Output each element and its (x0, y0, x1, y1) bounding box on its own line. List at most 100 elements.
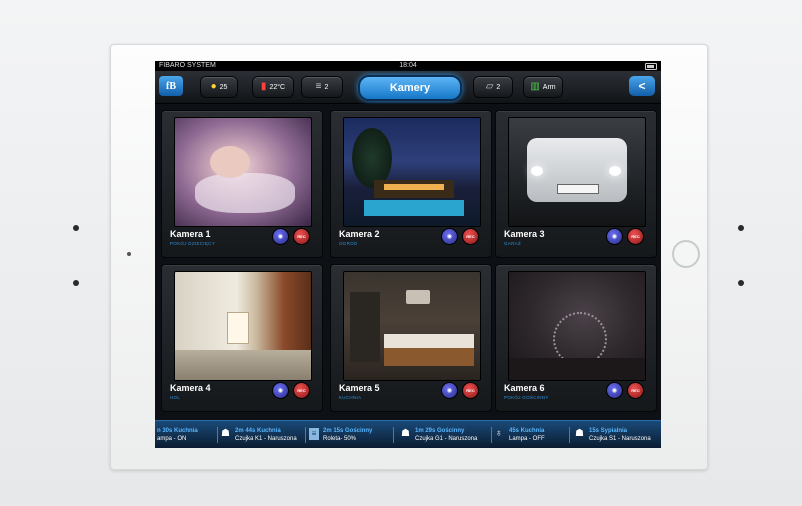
rec-label: REC (466, 388, 475, 393)
gates-button[interactable]: ▱ 2 (473, 76, 513, 98)
camera-icon: ◉ (446, 388, 453, 394)
camera-view-button[interactable]: ◉ (606, 228, 623, 245)
camera-room: POKÓJ DZIECIĘCY (170, 241, 216, 246)
camera-tile-1[interactable]: Kamera 1 POKÓJ DZIECIĘCY ◉ REC (161, 110, 323, 258)
record-button[interactable]: REC (627, 228, 644, 245)
rec-label: REC (631, 388, 640, 393)
camera-feed-image[interactable] (174, 117, 312, 227)
front-camera (127, 252, 131, 256)
record-button[interactable]: REC (293, 228, 310, 245)
camera-feed-image[interactable] (508, 271, 646, 381)
event-item[interactable]: ☗ 2m 44s Kuchnia Czujka K1 - Naruszona (221, 425, 305, 445)
record-button[interactable]: REC (627, 382, 644, 399)
camera-view-button[interactable]: ◉ (441, 228, 458, 245)
record-button[interactable]: REC (462, 382, 479, 399)
alarm-arm-button[interactable]: ▥ Arm (523, 76, 563, 98)
event-item[interactable]: ♁ 45s Kuchnia Lampa - OFF (495, 425, 567, 445)
kitchen-cabinet (350, 292, 380, 362)
event-desc: Czujka K1 - Naruszona (235, 436, 297, 442)
lightbulb-icon: ● (210, 81, 217, 92)
house-lights (384, 184, 444, 190)
event-text: 45s Kuchnia Lampa - OFF (509, 427, 545, 443)
camera-view-button[interactable]: ◉ (272, 228, 289, 245)
hallway-floor (175, 350, 311, 380)
kitchen-counter (384, 334, 474, 348)
back-icon: < (638, 79, 646, 93)
camera-room: HOL (170, 395, 181, 400)
event-time-room: 2m 15s Gościnny (323, 428, 373, 434)
camera-tile-4[interactable]: Kamera 4 HOL ◉ REC (161, 264, 323, 412)
battery-icon (645, 63, 657, 70)
camera-icon: ◉ (277, 388, 284, 394)
clock: 18:04 (399, 62, 417, 69)
pool-shape (364, 200, 464, 216)
tab-kamery[interactable]: Kamery (358, 75, 462, 101)
divider (491, 427, 492, 443)
rec-label: REC (631, 234, 640, 239)
camera-view-button[interactable]: ◉ (272, 382, 289, 399)
kitchen-hood (406, 290, 430, 304)
wall-screw (73, 280, 79, 286)
blind-icon: ≡ (309, 428, 319, 440)
event-desc: Lampa - OFF (509, 436, 545, 442)
event-desc: Czujka G1 - Naruszona (415, 436, 478, 442)
camera-view-button[interactable]: ◉ (606, 382, 623, 399)
blinds-count: 2 (324, 83, 329, 91)
thermometer-icon: ▮ (260, 81, 267, 92)
divider (569, 427, 570, 443)
car-headlight-right (609, 166, 621, 176)
divider (393, 427, 394, 443)
gate-icon: ▱ (485, 81, 494, 92)
event-item[interactable]: ≡ 2m 15s Gościnny Roleta- 50% (309, 425, 389, 445)
event-text: 1m 29s Gościnny Czujka G1 - Naruszona (415, 427, 477, 443)
record-button[interactable]: REC (462, 228, 479, 245)
divider (305, 427, 306, 443)
blanket-shape (195, 173, 295, 213)
camera-view-button[interactable]: ◉ (441, 382, 458, 399)
lights-button[interactable]: ● 25 (200, 76, 238, 98)
back-button[interactable]: < (629, 76, 655, 96)
camera-room: POKÓJ GOŚCINNY (504, 395, 549, 400)
camera-name: Kamera 1 (170, 229, 211, 239)
event-item[interactable]: ☗ 15s Sypialnia Czujka S1 - Naruszona (575, 425, 661, 445)
room-floor (509, 358, 645, 380)
camera-name: Kamera 4 (170, 383, 211, 393)
event-log-bar[interactable]: n 30s Kuchnia ampa - ON ☗ 2m 44s Kuchnia… (155, 420, 661, 448)
camera-room: OGRÓD (339, 241, 358, 246)
rec-label: REC (466, 234, 475, 239)
motion-sensor-icon: ☗ (221, 428, 230, 439)
kitchen-island (384, 348, 474, 366)
camera-tile-3[interactable]: Kamera 3 GARAŻ ◉ REC (495, 110, 657, 258)
temperature-button[interactable]: ▮ 22°C (252, 76, 294, 98)
alarm-label: Arm (542, 83, 556, 91)
event-item[interactable]: n 30s Kuchnia ampa - ON (155, 425, 215, 445)
camera-tile-5[interactable]: Kamera 5 KUCHNIA ◉ REC (330, 264, 492, 412)
wall-screw (738, 225, 744, 231)
event-desc: Czujka S1 - Naruszona (589, 436, 651, 442)
divider (217, 427, 218, 443)
license-plate (557, 184, 599, 194)
rec-label: REC (297, 234, 306, 239)
logo-label: fB (166, 80, 176, 92)
home-button[interactable] (672, 240, 700, 268)
camera-room: KUCHNIA (339, 395, 362, 400)
camera-feed-image[interactable] (508, 117, 646, 227)
camera-feed-image[interactable] (343, 271, 481, 381)
baby-head-shape (210, 146, 250, 178)
camera-name: Kamera 3 (504, 229, 545, 239)
fibaro-logo-button[interactable]: fB (159, 76, 183, 96)
event-time-room: 45s Kuchnia (509, 428, 545, 434)
camera-feed-image[interactable] (343, 117, 481, 227)
camera-feed-image[interactable] (174, 271, 312, 381)
event-item[interactable]: ☗ 1m 29s Gościnny Czujka G1 - Naruszona (401, 425, 491, 445)
camera-grid: Kamera 1 POKÓJ DZIECIĘCY ◉ REC Kamera 2 … (155, 104, 661, 420)
record-button[interactable]: REC (293, 382, 310, 399)
lights-count: 25 (219, 83, 228, 91)
camera-tile-2[interactable]: Kamera 2 OGRÓD ◉ REC (330, 110, 492, 258)
camera-tile-6[interactable]: Kamera 6 POKÓJ GOŚCINNY ◉ REC (495, 264, 657, 412)
camera-room: GARAŻ (504, 241, 522, 246)
blinds-button[interactable]: ≡ 2 (301, 76, 343, 98)
gates-count: 2 (496, 83, 501, 91)
event-text: 2m 15s Gościnny Roleta- 50% (323, 427, 372, 443)
event-time-room: 2m 44s Kuchnia (235, 428, 281, 434)
